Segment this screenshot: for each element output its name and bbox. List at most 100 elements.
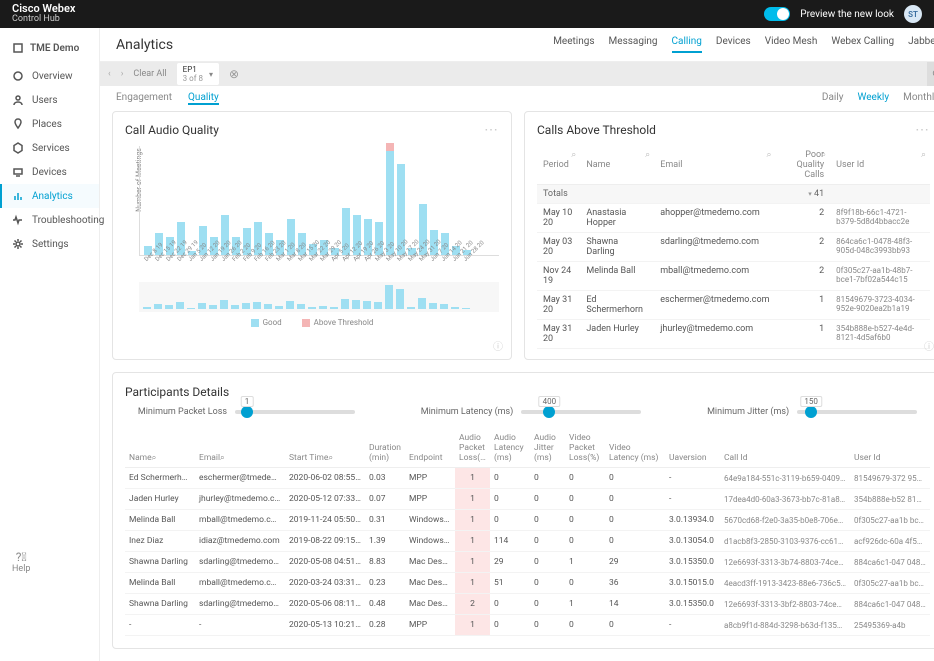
participants-table: Name⌕Email⌕Start Time⌕Duration (min)Endp… — [125, 429, 930, 636]
bars-icon — [12, 190, 24, 202]
col-header[interactable]: Uaversion — [665, 429, 720, 468]
tab-video-mesh[interactable]: Video Mesh — [765, 36, 818, 53]
search-icon[interactable]: ⌕ — [821, 150, 826, 160]
packet-loss-slider[interactable]: 1 — [235, 410, 355, 414]
table-row[interactable]: May 31 20Jaden Hurleyjhurley@tmedemo.com… — [537, 320, 930, 349]
hex-icon — [12, 142, 24, 154]
table-row[interactable]: May 10 20Anastasia Hopperahopper@tmedemo… — [537, 204, 930, 233]
sidebar-item-label: Troubleshooting — [32, 215, 104, 226]
device-icon — [12, 166, 24, 178]
range-monthly[interactable]: Monthly — [903, 92, 934, 105]
card-title: Calls Above Threshold — [537, 123, 656, 137]
pulse-icon — [12, 214, 24, 226]
range-weekly[interactable]: Weekly — [858, 92, 890, 105]
tab-calling[interactable]: Calling — [672, 36, 702, 53]
filter-prev-icon[interactable]: ‹ — [108, 69, 111, 79]
search-icon[interactable]: ⌕ — [921, 150, 926, 160]
table-row[interactable]: May 31 20Ed Schermerhorneschermer@tmedem… — [537, 291, 930, 320]
sidebar-item-overview[interactable]: Overview — [0, 64, 99, 88]
table-row[interactable]: Melinda Ballmball@tmedemo.com2020-03-24 … — [125, 573, 930, 594]
info-icon[interactable]: ⓘ — [924, 338, 934, 353]
tab-devices[interactable]: Devices — [716, 36, 751, 53]
latency-slider[interactable]: 400 — [521, 410, 641, 414]
table-row[interactable]: Shawna Darlingsdarling@tmedemo.com2020-0… — [125, 552, 930, 573]
preview-toggle[interactable] — [764, 7, 790, 21]
top-tabs: Meetings Messaging Calling Devices Video Mes… — [553, 36, 934, 53]
table-row[interactable]: May 03 20Shawna Darlingsdarling@tmedemo.… — [537, 233, 930, 262]
sidebar-item-services[interactable]: Services — [0, 136, 99, 160]
range-daily[interactable]: Daily — [822, 92, 844, 105]
tab-messaging[interactable]: Messaging — [609, 36, 658, 53]
search-button[interactable] — [927, 62, 934, 86]
sidebar-item-devices[interactable]: Devices — [0, 160, 99, 184]
tab-meetings[interactable]: Meetings — [553, 36, 594, 53]
info-icon[interactable]: ⓘ — [493, 338, 503, 353]
clear-all-button[interactable]: Clear All — [133, 69, 166, 79]
bar[interactable] — [386, 146, 394, 255]
search-icon[interactable]: ⌕ — [328, 453, 333, 463]
col-header[interactable]: User Id — [850, 429, 930, 468]
search-icon[interactable]: ⌕ — [571, 150, 576, 160]
col-header[interactable]: Audio Latency (ms) — [490, 429, 530, 468]
col-header[interactable]: Name⌕ — [580, 146, 654, 185]
subtab-quality[interactable]: Quality — [188, 92, 219, 105]
threshold-table: Period⌕Name⌕Email⌕Poor Quality Calls⌕Use… — [537, 146, 930, 349]
mini-chart — [139, 282, 499, 312]
sub-tabs-right: Daily Weekly Monthly — [822, 92, 934, 105]
avatar[interactable]: ST — [904, 5, 922, 23]
page-header: Analytics Meetings Messaging Calling Device… — [100, 28, 934, 62]
sidebar-item-label: Users — [32, 95, 58, 106]
table-row[interactable]: Shawna Darlingsdarling@tmedemo.com2020-0… — [125, 594, 930, 615]
col-header[interactable]: Email⌕ — [195, 429, 285, 468]
table-row[interactable]: Melinda Ballmball@tmedemo.com2019-11-24 … — [125, 510, 930, 531]
table-row[interactable]: Inez Diazidiaz@tmedemo.com2019-08-22 09:… — [125, 531, 930, 552]
col-header[interactable]: Email⌕ — [654, 146, 775, 185]
col-header[interactable]: User Id⌕ — [830, 146, 930, 185]
search-icon[interactable]: ⌕ — [220, 453, 225, 463]
top-bar: Cisco Webex Control Hub Preview the new … — [0, 0, 934, 28]
gear-icon — [12, 238, 24, 250]
col-header[interactable]: Duration (min) — [365, 429, 405, 468]
pin-icon — [12, 118, 24, 130]
sidebar-item-analytics[interactable]: Analytics — [0, 184, 99, 208]
totals-value: ▾ 41 — [776, 185, 831, 204]
sidebar-item-users[interactable]: Users — [0, 88, 99, 112]
col-header[interactable]: Audio Jitter (ms) — [530, 429, 565, 468]
sidebar-item-troubleshooting[interactable]: Troubleshooting — [0, 208, 99, 232]
filter-bar: ‹ › Clear All EP1 3 of 8 ▾ ⊗ — [100, 62, 934, 86]
search-icon[interactable]: ⌕ — [152, 453, 157, 463]
col-header[interactable]: Audio Packet Loss(… — [455, 429, 490, 468]
search-icon[interactable]: ⌕ — [766, 150, 771, 160]
tab-jabber[interactable]: Jabber — [908, 36, 934, 53]
filter-next-icon[interactable]: › — [121, 69, 124, 79]
sidebar-item-places[interactable]: Places — [0, 112, 99, 136]
table-row[interactable]: Jaden Hurleyjhurley@tmedemo.com2020-05-1… — [125, 489, 930, 510]
filter-chip[interactable]: EP1 3 of 8 ▾ — [177, 63, 219, 85]
table-row[interactable]: --2020-05-13 10:21 …0.28MPP10000-a8cb9f1… — [125, 615, 930, 636]
home-icon — [12, 70, 24, 82]
col-header[interactable]: Name⌕ — [125, 429, 195, 468]
search-icon[interactable]: ⌕ — [645, 150, 650, 160]
tab-webex-calling[interactable]: Webex Calling — [831, 36, 894, 53]
sidebar-item-settings[interactable]: Settings — [0, 232, 99, 256]
col-header[interactable]: Call Id — [720, 429, 850, 468]
slider-label: Minimum Jitter (ms) — [707, 407, 789, 417]
col-header[interactable]: Poor Quality Calls⌕ — [776, 146, 831, 185]
sidebar-item-label: Settings — [32, 239, 69, 250]
col-header[interactable]: Video Latency (ms) — [605, 429, 665, 468]
table-row[interactable]: Nov 24 19Melinda Ballmball@tmedemo.com20… — [537, 262, 930, 291]
jitter-slider[interactable]: 150 — [797, 410, 917, 414]
col-header[interactable]: Period⌕ — [537, 146, 580, 185]
col-header[interactable]: Endpoint — [405, 429, 455, 468]
col-header[interactable]: Start Time⌕ — [285, 429, 365, 468]
remove-filter-icon[interactable]: ⊗ — [229, 67, 239, 81]
more-icon[interactable]: ⋯ — [484, 122, 499, 138]
col-header[interactable]: Video Packet Loss(%) — [565, 429, 605, 468]
chevron-down-icon[interactable]: ▾ — [209, 70, 213, 79]
page-title: Analytics — [116, 37, 173, 53]
subtab-engagement[interactable]: Engagement — [116, 92, 172, 105]
more-icon[interactable]: ⋯ — [915, 122, 930, 138]
table-row[interactable]: Ed Schermerhorneschermer@tmedemo.…2020-0… — [125, 468, 930, 489]
sub-tabs-left: Engagement Quality — [116, 92, 219, 105]
help-link[interactable]: ?⃝ Help — [12, 550, 30, 574]
